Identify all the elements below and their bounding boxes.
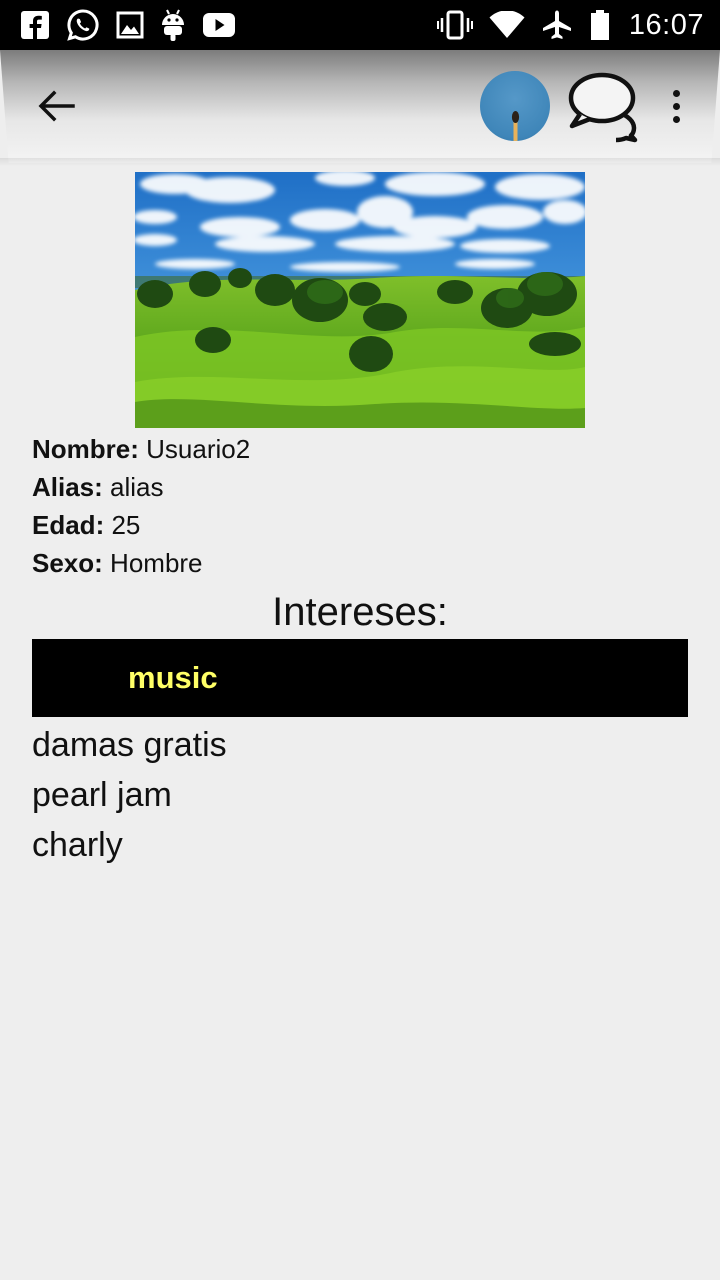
interest-list: damas gratis pearl jam charly — [32, 720, 227, 870]
overflow-menu-icon — [672, 89, 680, 97]
match-icon — [511, 111, 520, 141]
back-button[interactable] — [32, 86, 80, 126]
wifi-icon — [489, 11, 525, 39]
detail-sexo: Sexo: Hombre — [32, 548, 203, 578]
battery-icon — [589, 9, 611, 41]
system-icons: 16:07 — [436, 8, 704, 42]
interest-item[interactable]: charly — [32, 820, 227, 870]
interests-title: Intereses: — [272, 590, 448, 634]
overflow-menu-icon — [672, 115, 680, 123]
profile-details: Nombre: Usuario2 Alias: alias Edad: 25 S… — [32, 430, 688, 582]
interest-label: music — [128, 660, 218, 695]
interest-item-selected[interactable]: music — [32, 639, 688, 717]
whatsapp-icon — [66, 8, 100, 42]
vibrate-icon — [436, 10, 473, 40]
facebook-icon — [20, 10, 50, 40]
chat-button[interactable] — [566, 68, 646, 144]
overflow-menu-button[interactable] — [662, 86, 690, 126]
notification-icons — [20, 8, 236, 42]
interest-item[interactable]: pearl jam — [32, 770, 227, 820]
app-bar-shadow — [0, 158, 720, 166]
youtube-icon — [202, 12, 236, 38]
detail-nombre: Nombre: Usuario2 — [32, 434, 251, 464]
status-time: 16:07 — [628, 8, 704, 41]
overflow-menu-icon — [672, 102, 680, 110]
gallery-icon — [116, 11, 144, 39]
detail-alias: Alias: alias — [32, 472, 164, 502]
status-bar: 16:07 — [0, 0, 720, 50]
interest-item[interactable]: damas gratis — [32, 720, 227, 770]
profile-photo — [135, 172, 585, 428]
avatar[interactable] — [480, 71, 550, 141]
back-arrow-icon — [38, 90, 75, 122]
screen: 16:07 Nombre: Usuario2 Alias: alias Edad… — [0, 0, 720, 1280]
airplane-mode-icon — [541, 9, 573, 41]
chat-bubbles-icon — [568, 72, 638, 143]
android-icon — [160, 8, 186, 42]
detail-edad: Edad: 25 — [32, 510, 141, 540]
